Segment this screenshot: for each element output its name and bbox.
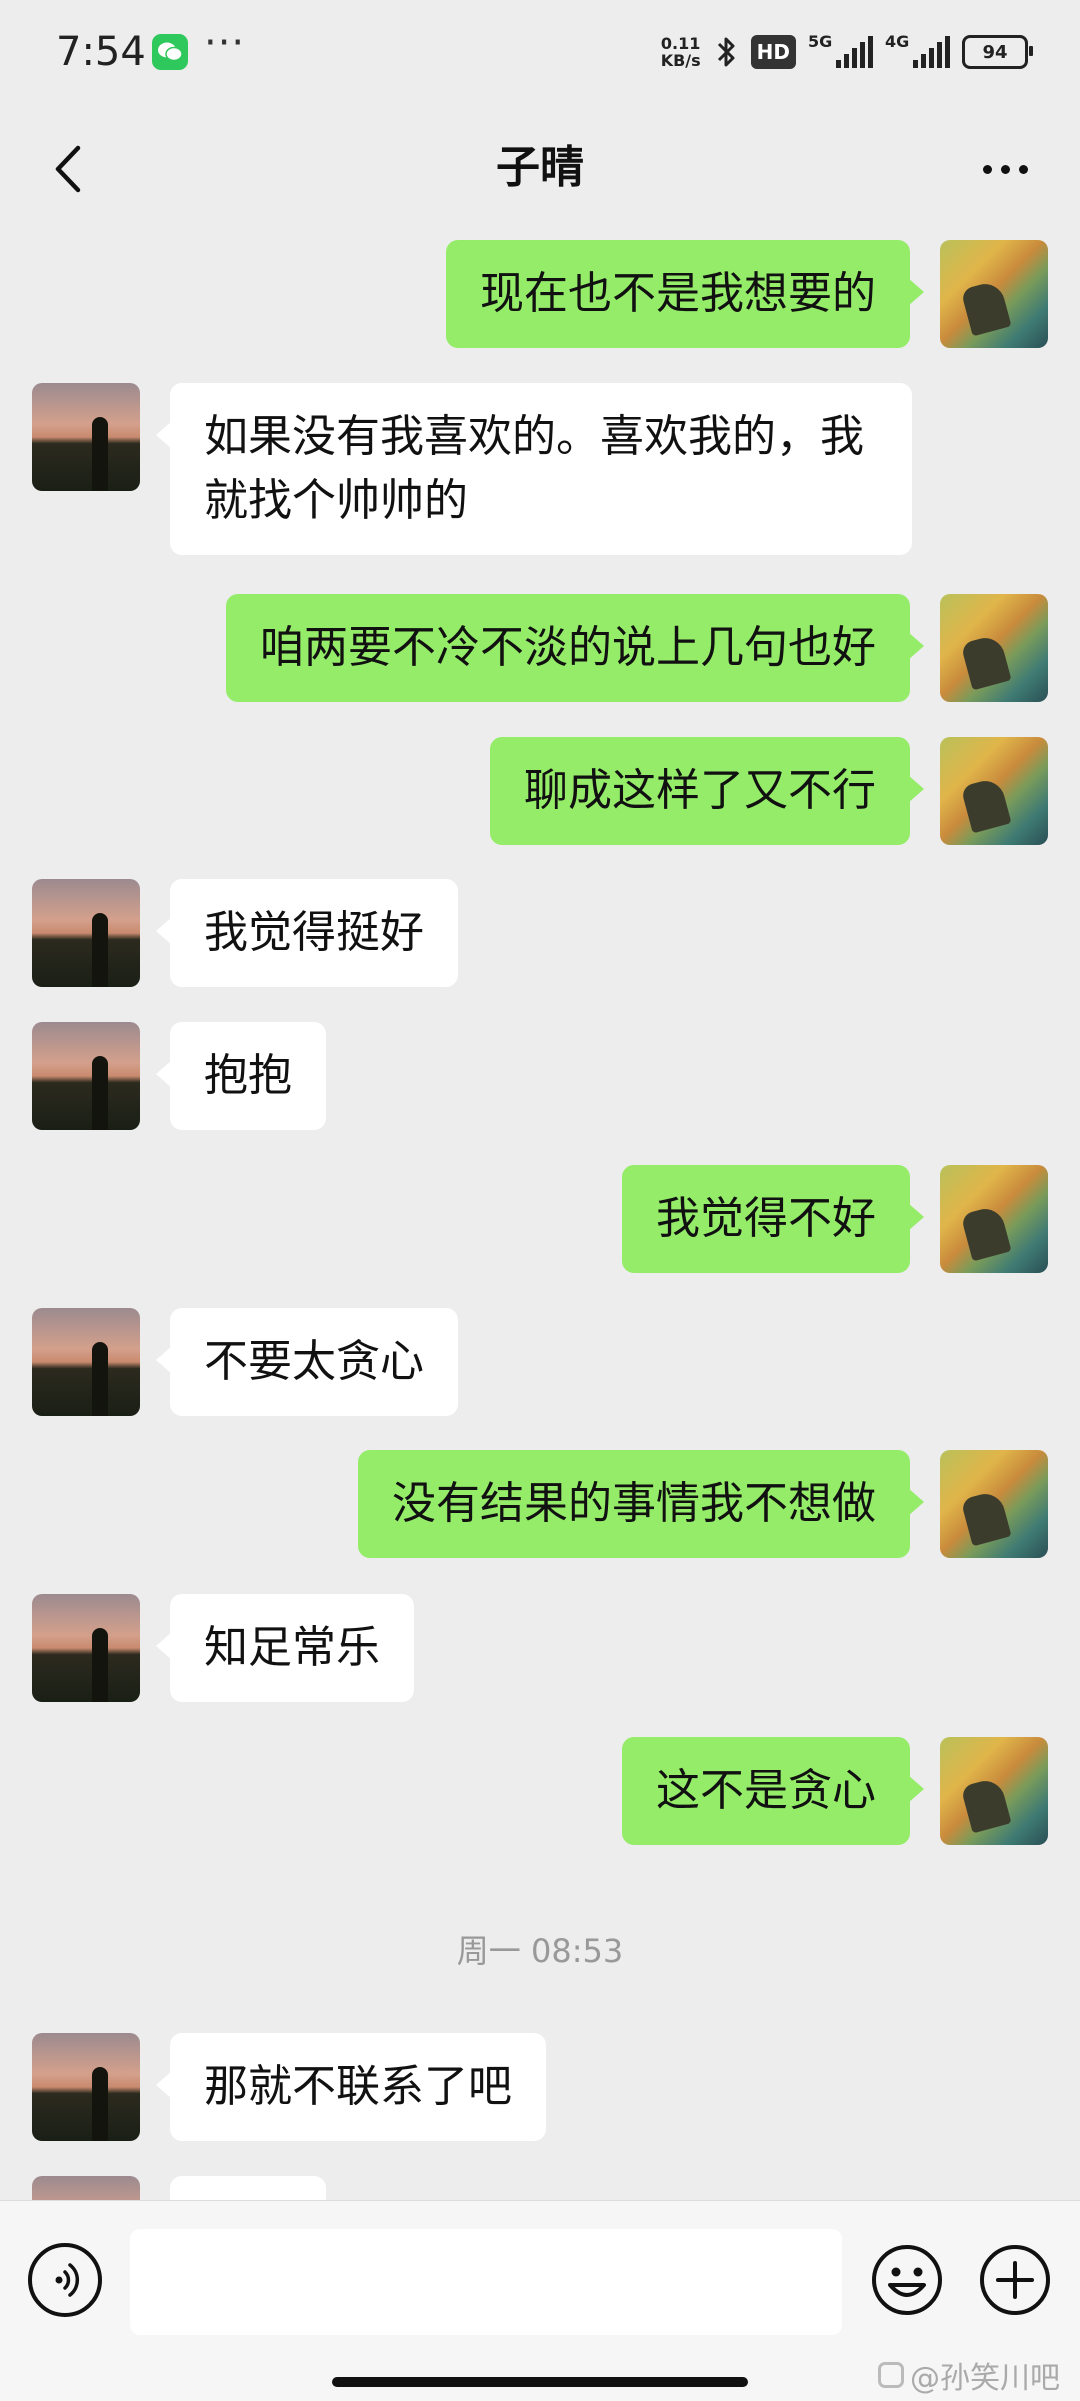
status-bar: 7:54 ··· 0.11 KB/s HD 5G 4G 94 — [0, 0, 1080, 104]
my-avatar[interactable] — [940, 1165, 1048, 1273]
message-input[interactable] — [130, 2229, 842, 2335]
my-avatar[interactable] — [940, 240, 1048, 348]
battery-icon: 94 — [962, 35, 1033, 69]
contact-avatar[interactable] — [32, 1022, 140, 1130]
emoji-button[interactable] — [870, 2243, 944, 2317]
emoji-icon — [872, 2245, 942, 2315]
bluetooth-icon — [717, 37, 735, 67]
contact-avatar[interactable] — [32, 2176, 140, 2200]
home-indicator[interactable] — [332, 2377, 748, 2387]
message-bubble[interactable]: 知足常乐 — [156, 1594, 414, 1702]
contact-avatar[interactable] — [32, 2033, 140, 2141]
message-bubble[interactable]: 没有结果的事情我不想做 — [358, 1450, 924, 1558]
message-bubble[interactable]: 如果没有我喜欢的。喜欢我的，我就找个帅帅的 — [156, 383, 912, 555]
wechat-notification-icon — [152, 34, 188, 70]
more-functions-button[interactable] — [978, 2243, 1052, 2317]
watermark: @孙笑川吧 — [878, 2353, 1060, 2397]
voice-icon — [55, 2263, 80, 2297]
voice-input-button[interactable] — [28, 2243, 102, 2317]
message-bubble[interactable]: 那就不联系了吧 — [156, 2033, 546, 2141]
contact-avatar[interactable] — [32, 383, 140, 491]
message-bubble[interactable]: 我觉得不好 — [622, 1165, 924, 1273]
message-bubble[interactable]: 聊成这样了又不行 — [490, 737, 924, 845]
more-options-button[interactable] — [970, 134, 1040, 204]
chat-title: 子晴 — [496, 142, 584, 193]
network-speed: 0.11 KB/s — [660, 34, 701, 70]
contact-avatar[interactable] — [32, 1594, 140, 1702]
signal-5g-icon: 5G — [808, 32, 873, 68]
message-bubble[interactable]: 不要太贪心 — [156, 1308, 458, 1416]
my-avatar[interactable] — [940, 1737, 1048, 1845]
chat-message-list[interactable]: 现在也不是我想要的 如果没有我喜欢的。喜欢我的，我就找个帅帅的 咱两要不冷不淡的… — [0, 232, 1080, 2200]
signal-4g-icon: 4G — [885, 32, 950, 68]
more-dot — [1000, 164, 1010, 174]
chat-input-bar: @孙笑川吧 — [0, 2200, 1080, 2401]
message-bubble[interactable]: 抱抱 — [156, 1022, 326, 1130]
my-avatar[interactable] — [940, 594, 1048, 702]
contact-avatar[interactable] — [32, 879, 140, 987]
message-bubble[interactable] — [170, 2176, 326, 2200]
my-avatar[interactable] — [940, 737, 1048, 845]
message-bubble[interactable]: 现在也不是我想要的 — [446, 240, 924, 348]
more-dot — [982, 164, 992, 174]
battery-level: 94 — [982, 41, 1008, 63]
message-timestamp: 周一 08:53 — [456, 1932, 624, 1970]
status-more-icon: ··· — [204, 20, 246, 66]
status-time: 7:54 — [56, 29, 146, 75]
my-avatar[interactable] — [940, 1450, 1048, 1558]
message-bubble[interactable]: 这不是贪心 — [622, 1737, 924, 1845]
hd-voice-icon: HD — [750, 35, 796, 69]
more-dot — [1018, 164, 1028, 174]
message-bubble[interactable]: 我觉得挺好 — [156, 879, 458, 987]
contact-avatar[interactable] — [32, 1308, 140, 1416]
status-indicators: 0.11 KB/s HD 5G 4G 94 — [660, 30, 1033, 74]
plus-icon — [980, 2245, 1050, 2315]
watermark-icon — [878, 2362, 904, 2388]
chat-header: 子晴 — [0, 104, 1080, 232]
message-bubble[interactable]: 咱两要不冷不淡的说上几句也好 — [226, 594, 924, 702]
